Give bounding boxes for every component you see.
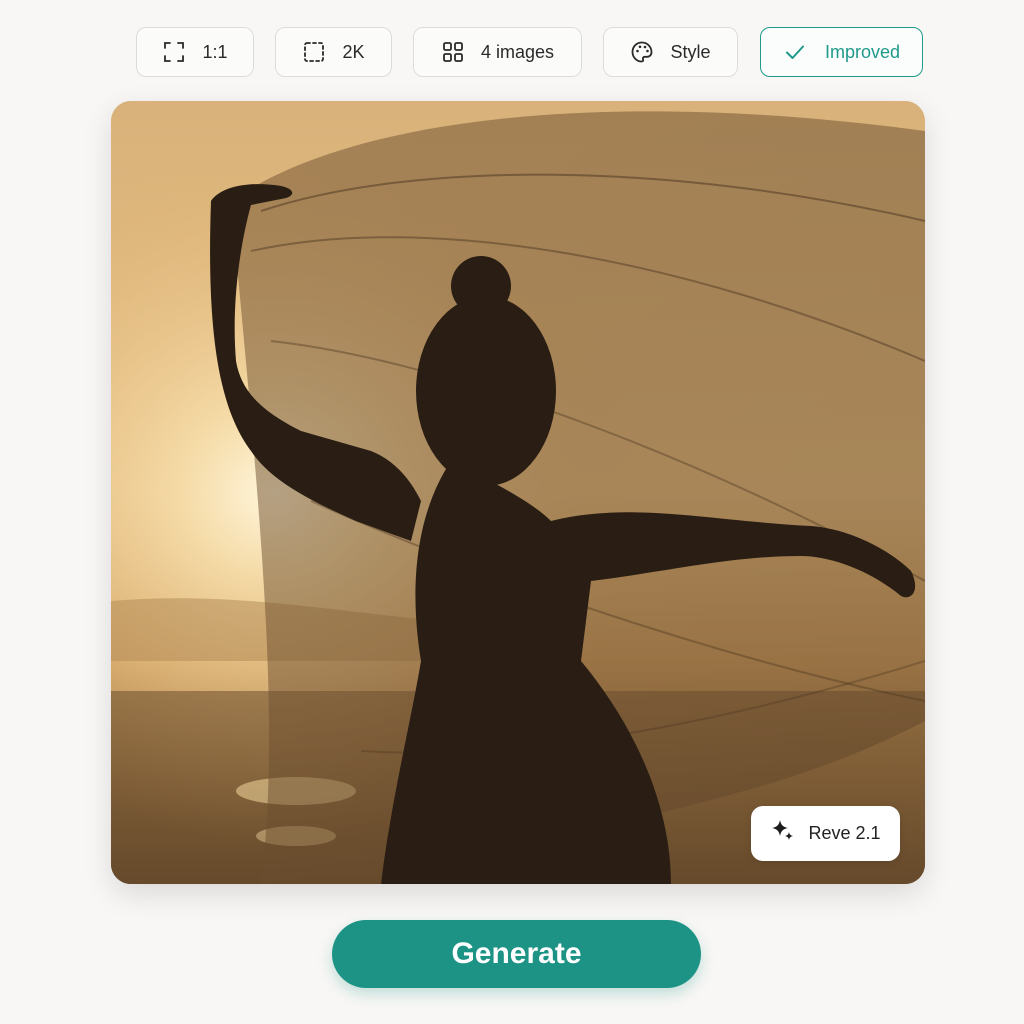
improved-toggle[interactable]: Improved [760,27,923,77]
resolution-label: 2K [342,41,365,62]
aspect-ratio-icon [162,40,186,64]
dancer-silhouette-image [111,101,925,884]
aspect-ratio-label: 1:1 [202,41,228,62]
sparkle-icon [770,818,796,849]
image-count-label: 4 images [480,41,555,62]
resolution-button[interactable]: 2K [275,27,392,77]
style-label: Style [670,41,711,62]
grid-icon [441,40,465,64]
image-count-button[interactable]: 4 images [413,27,582,77]
improved-label: Improved [824,41,901,62]
generate-button[interactable]: Generate [332,920,701,988]
checkmark-icon [783,40,807,64]
model-label: Reve 2.1 [808,823,881,843]
generated-image-preview[interactable]: Reve 2.1 [111,101,925,884]
options-toolbar: 1:1 2K 4 images Style Improved [0,27,1024,79]
palette-icon [630,40,654,64]
model-selector-button[interactable]: Reve 2.1 [751,806,900,861]
aspect-ratio-button[interactable]: 1:1 [136,27,254,77]
style-button[interactable]: Style [603,27,738,77]
app-page: 1:1 2K 4 images Style Improved Reve 2.1 … [0,0,1024,1024]
resolution-icon [302,40,326,64]
